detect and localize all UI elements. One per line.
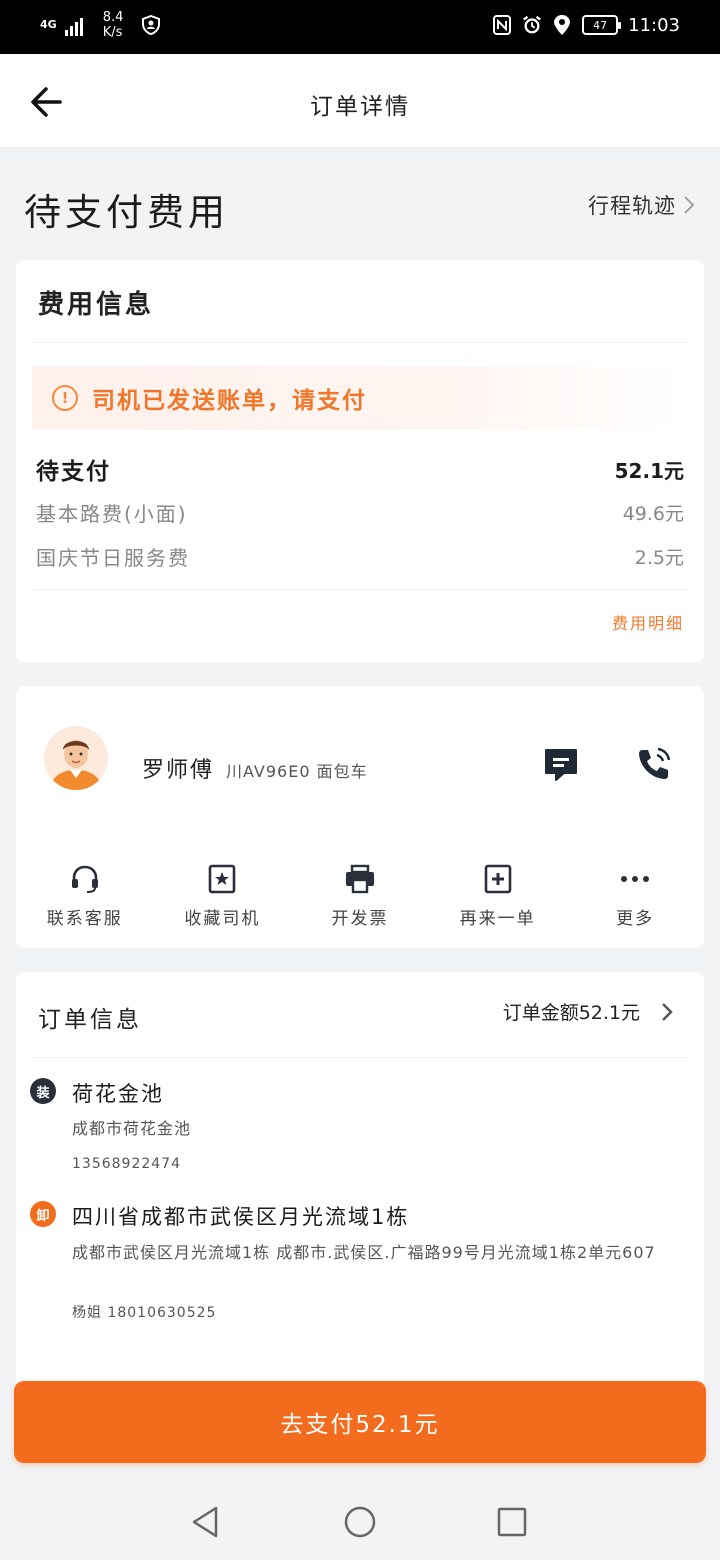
- phone-call-icon[interactable]: [634, 744, 674, 784]
- signal-icon: [64, 14, 83, 36]
- fee-item-label: 基本路费(小面): [36, 502, 188, 526]
- dropoff-address: 成都市武侯区月光流域1栋 成都市.武侯区.广福路99号月光流域1栋2单元607: [72, 1243, 656, 1262]
- fee-info-title: 费用信息: [38, 290, 155, 320]
- status-heading: 待支付费用: [24, 191, 229, 234]
- fee-detail-link[interactable]: 费用明细: [612, 610, 684, 634]
- nfc-icon: [493, 15, 512, 35]
- fee-item-value: 2.5元: [634, 547, 684, 569]
- printer-icon: [345, 864, 374, 894]
- shield-icon: [142, 15, 161, 35]
- order-info-title: 订单信息: [38, 1007, 142, 1033]
- headset-icon: [71, 865, 98, 893]
- fee-item-value: 49.6元: [622, 503, 684, 525]
- pending-amount: 52.1元: [614, 458, 684, 483]
- location-icon: [554, 15, 571, 35]
- action-label: 更多: [616, 909, 655, 929]
- driver-card: 罗师傅 川AV96E0 面包车 联系客服 收藏司机 开发票 再来一单 更多: [16, 686, 704, 948]
- top-bar: 订单详情: [0, 54, 720, 148]
- plus-box-icon: [484, 864, 511, 894]
- battery-level: 47: [593, 18, 608, 32]
- trip-track-label: 行程轨迹: [588, 194, 676, 218]
- nav-recents-icon[interactable]: [494, 1504, 530, 1540]
- system-nav-bar: [0, 1476, 720, 1560]
- page-title: 订单详情: [310, 94, 410, 120]
- speed-unit: K/s: [102, 25, 123, 40]
- favorite-driver-button[interactable]: 收藏司机: [154, 864, 292, 929]
- pay-button[interactable]: 去支付52.1元: [14, 1381, 706, 1463]
- order-amount-link[interactable]: 订单金额52.1元: [503, 998, 674, 1025]
- more-icon: [621, 876, 650, 882]
- pending-row: 待支付 52.1元: [36, 452, 684, 486]
- vehicle-plate: 川AV96E0 面包车: [226, 762, 368, 781]
- more-button[interactable]: 更多: [566, 864, 704, 929]
- invoice-button[interactable]: 开发票: [291, 864, 429, 929]
- warning-circle-icon: !: [52, 385, 78, 411]
- pickup-contact: 13568922474: [72, 1156, 181, 1172]
- reorder-button[interactable]: 再来一单: [429, 864, 567, 929]
- driver-actions: 联系客服 收藏司机 开发票 再来一单 更多: [16, 864, 704, 929]
- message-icon[interactable]: [542, 746, 580, 784]
- pickup-name: 荷花金池: [72, 1082, 164, 1106]
- star-box-icon: [209, 864, 236, 894]
- trip-track-link[interactable]: 行程轨迹: [588, 190, 696, 220]
- action-label: 联系客服: [46, 909, 123, 929]
- alarm-icon: [523, 15, 541, 34]
- pending-label: 待支付: [36, 459, 111, 485]
- pickup-address: 成都市荷花金池: [72, 1119, 192, 1138]
- divider: [34, 589, 688, 590]
- network-speed: 8.4 K/s: [103, 10, 124, 40]
- fee-item-row: 基本路费(小面) 49.6元: [36, 498, 684, 527]
- action-label: 开发票: [331, 909, 389, 929]
- contact-service-button[interactable]: 联系客服: [16, 864, 154, 929]
- clock: 11:03: [628, 14, 680, 36]
- dropoff-name: 四川省成都市武侯区月光流域1栋: [72, 1205, 410, 1229]
- load-badge: 装: [30, 1078, 56, 1104]
- order-info-card: 订单信息 订单金额52.1元 装 荷花金池 成都市荷花金池 1356892247…: [16, 972, 704, 1392]
- unload-badge: 卸: [30, 1201, 56, 1227]
- driver-avatar: [44, 726, 108, 790]
- divider: [34, 1057, 688, 1058]
- nav-home-icon[interactable]: [342, 1504, 378, 1540]
- status-bar: 4G 8.4 K/s 47 11:03: [0, 0, 720, 54]
- fee-info-card: 费用信息 ! 司机已发送账单，请支付 待支付 52.1元 基本路费(小面) 49…: [16, 260, 704, 662]
- network-type: 4G: [40, 18, 57, 31]
- driver-name: 罗师傅: [142, 758, 215, 783]
- action-label: 再来一单: [459, 909, 536, 929]
- action-label: 收藏司机: [184, 909, 261, 929]
- battery-icon: 47: [582, 15, 622, 35]
- bill-alert-text: 司机已发送账单，请支付: [92, 388, 367, 414]
- fee-item-label: 国庆节日服务费: [36, 546, 190, 570]
- chevron-right-icon: [684, 196, 695, 214]
- dropoff-contact: 杨姐 18010630525: [72, 1305, 217, 1321]
- bill-alert: ! 司机已发送账单，请支付: [32, 366, 688, 430]
- chevron-right-icon: [662, 1002, 673, 1021]
- order-amount: 订单金额52.1元: [502, 1002, 640, 1024]
- nav-back-icon[interactable]: [188, 1504, 224, 1540]
- speed-value: 8.4: [102, 10, 124, 25]
- fee-item-row: 国庆节日服务费 2.5元: [36, 542, 684, 571]
- divider: [34, 342, 688, 343]
